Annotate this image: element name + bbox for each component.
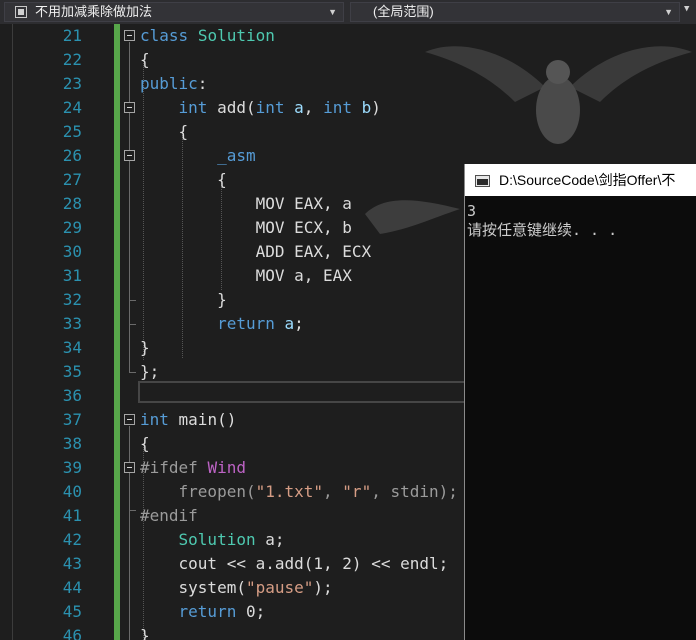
collapse-icon[interactable] <box>124 414 135 425</box>
code-line: cout << a.add(1, 2) << endl; <box>140 554 449 573</box>
code-line: int main() <box>140 410 237 429</box>
code-line: } <box>140 338 150 357</box>
line-number: 42 <box>62 530 82 549</box>
outline-end <box>129 324 136 325</box>
line-number: 40 <box>62 482 82 501</box>
code-line: return a; <box>217 314 304 333</box>
line-number: 34 <box>62 338 82 357</box>
console-app-icon <box>475 175 490 187</box>
line-number: 23 <box>62 74 82 93</box>
code-line: freopen("1.txt", "r", stdin); <box>178 482 458 501</box>
line-number: 21 <box>62 26 82 45</box>
outline-line <box>129 426 130 640</box>
line-number: 35 <box>62 362 82 381</box>
line-number: 24 <box>62 98 82 117</box>
code-line: } <box>140 290 227 309</box>
bird-watermark-icon <box>425 46 692 144</box>
code-line: public: <box>140 74 208 93</box>
line-number: 38 <box>62 434 82 453</box>
outline-end <box>129 372 136 373</box>
line-number: 39 <box>62 458 82 477</box>
code-line: MOV a, EAX <box>140 266 352 285</box>
code-line: #ifdef Wind <box>140 458 246 477</box>
line-number: 31 <box>62 266 82 285</box>
line-number: 41 <box>62 506 82 525</box>
line-number: 26 <box>62 146 82 165</box>
collapse-icon[interactable] <box>124 462 135 473</box>
console-output: 3 请按任意键继续. . . <box>467 202 617 240</box>
scope-dropdown-label: 不用加减乘除做加法 <box>35 4 153 19</box>
line-number: 44 <box>62 578 82 597</box>
line-number: 30 <box>62 242 82 261</box>
hands-watermark-icon <box>365 200 460 234</box>
project-icon <box>15 6 27 18</box>
line-number: 36 <box>62 386 82 405</box>
line-number: 25 <box>62 122 82 141</box>
code-line: _asm <box>217 146 256 165</box>
code-line: class Solution <box>140 26 275 45</box>
scope-dropdown[interactable]: 不用加减乘除做加法 ▼ <box>4 2 344 22</box>
outline-line <box>129 42 130 372</box>
line-number: 46 <box>62 626 82 640</box>
code-line: Solution a; <box>178 530 285 549</box>
code-line: { <box>140 122 189 141</box>
line-number: 45 <box>62 602 82 621</box>
line-number: 32 <box>62 290 82 309</box>
code-line: MOV EAX, a <box>140 194 352 213</box>
code-line: int add(int a, int b) <box>178 98 381 117</box>
code-line: MOV ECX, b <box>140 218 352 237</box>
code-line: }; <box>140 362 160 381</box>
line-number: 27 <box>62 170 82 189</box>
function-dropdown-label: (全局范围) <box>373 4 434 19</box>
chevron-down-icon[interactable]: ▼ <box>328 3 337 21</box>
line-number: 29 <box>62 218 82 237</box>
line-number: 37 <box>62 410 82 429</box>
chevron-down-icon[interactable]: ▼ <box>684 4 689 14</box>
line-number: 22 <box>62 50 82 69</box>
line-number: 28 <box>62 194 82 213</box>
line-number-gutter: 21 22 23 24 25 26 27 28 29 30 31 32 33 3… <box>0 24 90 640</box>
code-line: { <box>140 434 150 453</box>
line-number: 43 <box>62 554 82 573</box>
collapse-icon[interactable] <box>124 150 135 161</box>
outline-end <box>129 300 136 301</box>
collapse-icon[interactable] <box>124 102 135 113</box>
function-dropdown[interactable]: (全局范围) ▼ <box>350 2 680 22</box>
code-line: { <box>140 170 227 189</box>
collapse-icon[interactable] <box>124 30 135 41</box>
chevron-down-icon[interactable]: ▼ <box>664 3 673 21</box>
console-window[interactable]: D:\SourceCode\剑指Offer\不 3 请按任意键继续. . . <box>464 164 696 640</box>
code-editor[interactable]: 21 22 23 24 25 26 27 28 29 30 31 32 33 3… <box>0 24 696 640</box>
console-title: D:\SourceCode\剑指Offer\不 <box>499 172 676 188</box>
outline-end <box>129 510 136 511</box>
code-line: #endif <box>140 506 198 525</box>
change-tracking-bar <box>114 24 120 640</box>
code-line: return 0; <box>178 602 266 621</box>
code-line: } <box>140 626 150 640</box>
console-output-line: 请按任意键继续. . . <box>467 221 618 239</box>
navigation-bar: 不用加减乘除做加法 ▼ (全局范围) ▼ ▼ <box>0 0 696 24</box>
line-number: 33 <box>62 314 82 333</box>
code-line: ADD EAX, ECX <box>140 242 372 261</box>
console-titlebar[interactable]: D:\SourceCode\剑指Offer\不 <box>465 164 696 196</box>
code-line: system("pause"); <box>140 578 333 597</box>
console-output-line: 3 <box>467 202 477 220</box>
code-line: { <box>140 50 150 69</box>
